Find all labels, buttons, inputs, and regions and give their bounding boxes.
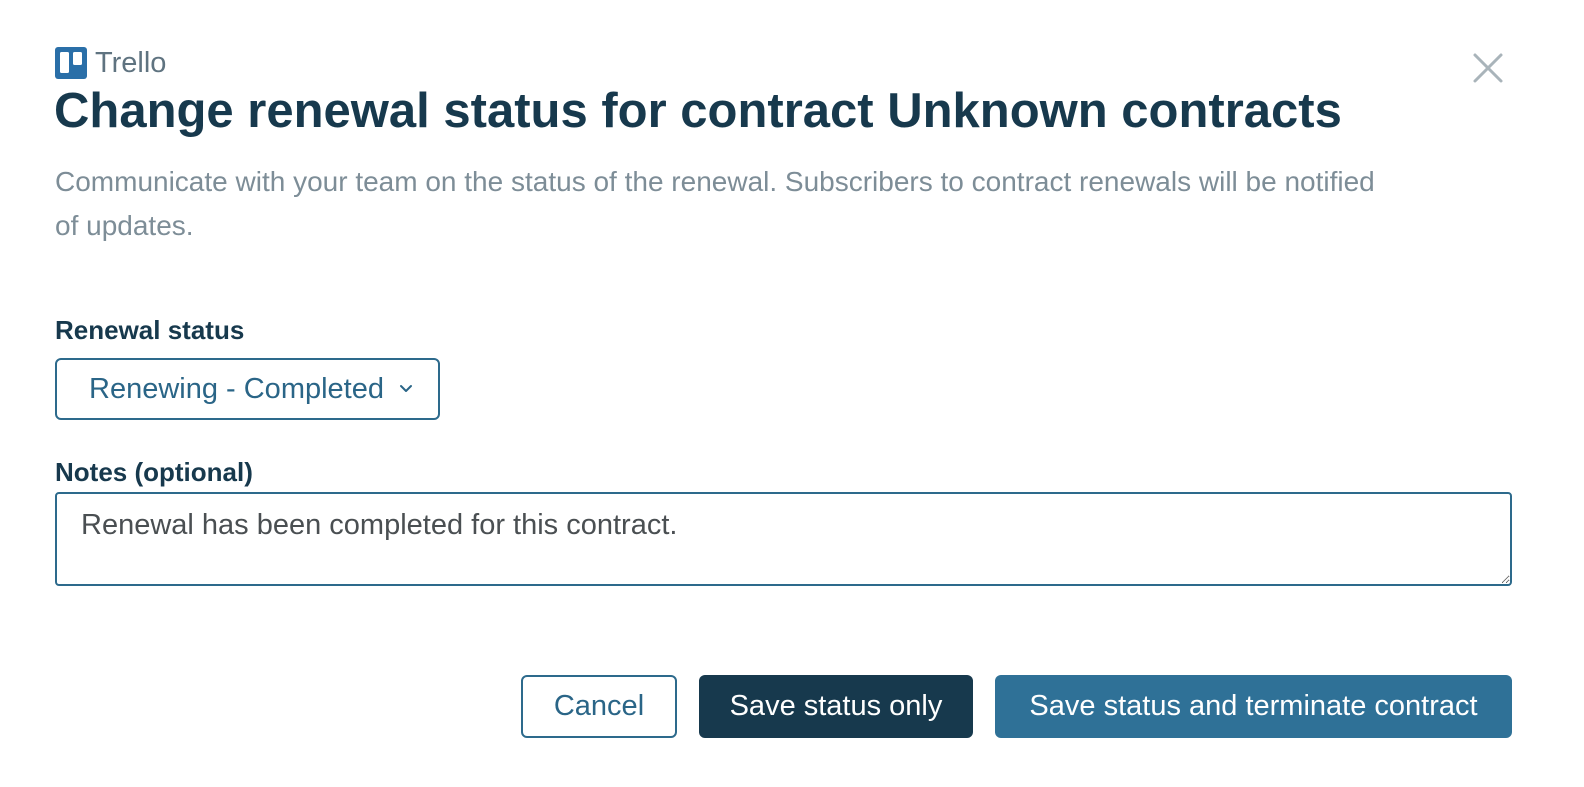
save-and-terminate-button[interactable]: Save status and terminate contract: [995, 675, 1512, 738]
dialog-description: Communicate with your team on the status…: [55, 166, 1375, 241]
close-button[interactable]: [1468, 50, 1508, 90]
chevron-down-icon: [398, 381, 414, 397]
app-name: Trello: [95, 47, 167, 79]
notes-label: Notes (optional): [55, 457, 253, 487]
renewal-status-select[interactable]: Renewing - Completed: [55, 358, 440, 420]
close-icon: [1472, 52, 1504, 89]
renewal-status-label: Renewal status: [55, 315, 245, 345]
trello-logo-icon: [55, 47, 87, 79]
renewal-status-value: Renewing - Completed: [89, 372, 384, 405]
notes-textarea[interactable]: Renewal has been completed for this cont…: [55, 492, 1512, 586]
dialog-title: Change renewal status for contract Unkno…: [54, 84, 1342, 138]
app-brand: Trello: [55, 46, 166, 80]
save-status-button[interactable]: Save status only: [699, 675, 973, 738]
cancel-button[interactable]: Cancel: [521, 675, 677, 738]
change-renewal-status-dialog: Trello Change renewal status for contrac…: [0, 0, 1584, 787]
